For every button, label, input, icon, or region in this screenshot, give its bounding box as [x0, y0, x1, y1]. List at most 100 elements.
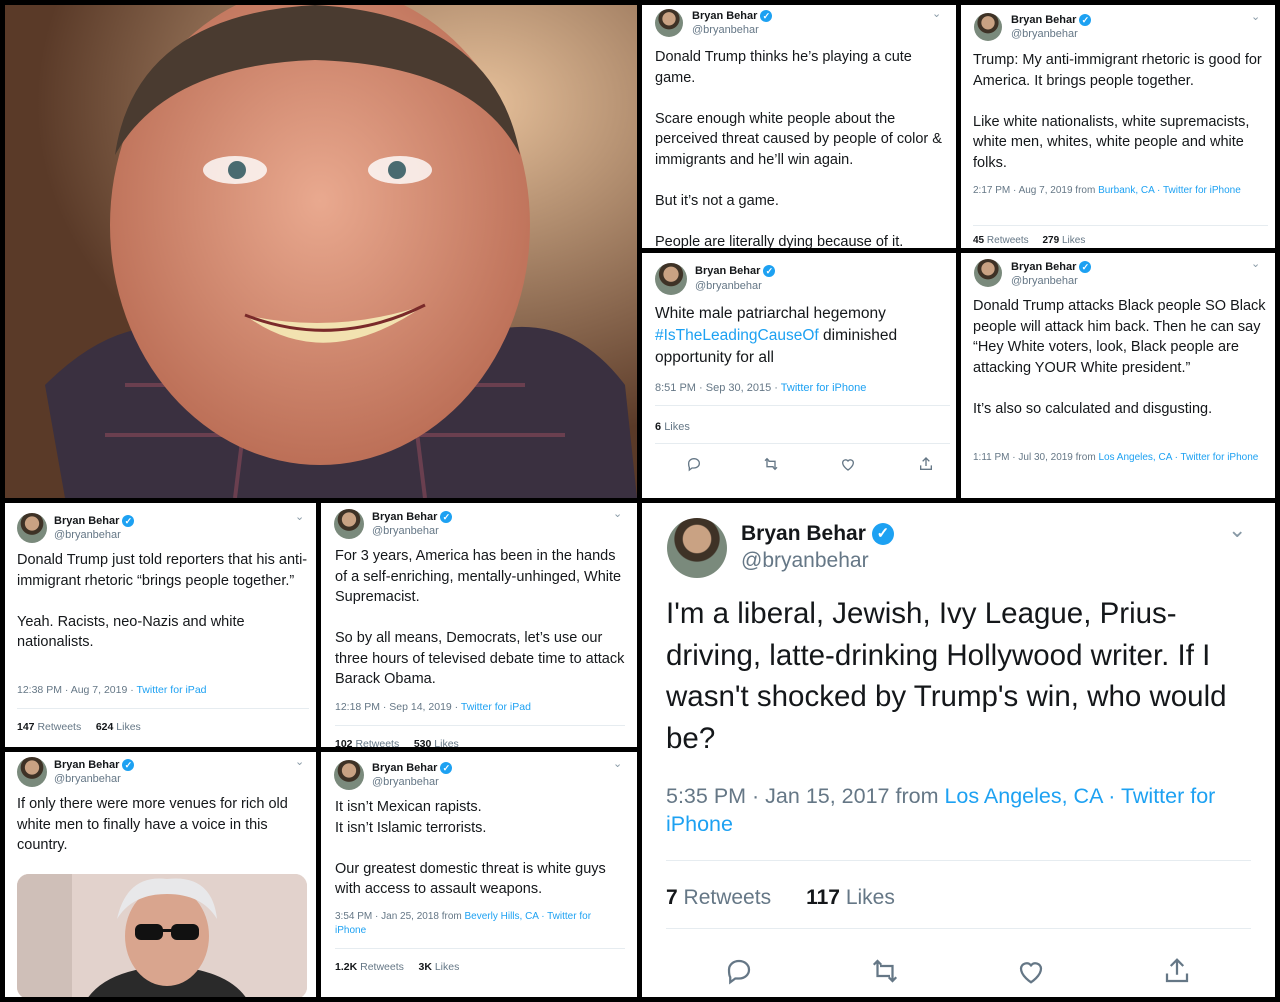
- author-handle[interactable]: @bryanbehar: [1011, 275, 1078, 287]
- author-handle[interactable]: @bryanbehar: [1011, 28, 1078, 40]
- retweet-icon[interactable]: [763, 456, 779, 472]
- tweet-stats[interactable]: 1.2K Retweets 3K Likes: [335, 961, 459, 973]
- avatar[interactable]: [655, 263, 687, 295]
- avatar[interactable]: [17, 757, 47, 787]
- avatar[interactable]: [655, 9, 683, 37]
- location-link[interactable]: Los Angeles, CA: [944, 784, 1102, 808]
- reply-icon[interactable]: [724, 956, 754, 986]
- divider: [655, 443, 950, 444]
- author-name[interactable]: Bryan Behar ✓: [1011, 261, 1092, 274]
- tweet-text: I'm a liberal, Jewish, Ivy League, Prius…: [666, 597, 1235, 755]
- action-bar: [642, 456, 956, 478]
- tweet-text: For 3 years, America has been in the han…: [335, 548, 625, 687]
- divider: [655, 405, 950, 406]
- tweet-stats[interactable]: 6 Likes: [655, 421, 690, 433]
- verified-badge-icon: ✓: [122, 515, 135, 528]
- tweet-card-3[interactable]: Bryan Behar ✓ @bryanbehar White male patr…: [642, 253, 956, 498]
- verified-badge-icon: ✓: [871, 523, 894, 546]
- tweet-text: Donald Trump thinks he’s playing a cute …: [655, 49, 942, 248]
- author-handle[interactable]: @bryanbehar: [692, 24, 759, 36]
- avatar[interactable]: [334, 509, 364, 539]
- share-icon[interactable]: [918, 456, 934, 472]
- author-name[interactable]: Bryan Behar ✓: [1011, 14, 1092, 27]
- source-link[interactable]: Twitter for iPhone: [781, 382, 867, 394]
- avatar[interactable]: [974, 13, 1002, 41]
- source-link[interactable]: Twitter for iPad: [136, 684, 206, 696]
- source-link[interactable]: Twitter for iPad: [461, 701, 531, 713]
- tweet-text: If only there were more venues for rich …: [17, 796, 292, 853]
- verified-badge-icon: ✓: [440, 511, 453, 524]
- chevron-down-icon[interactable]: ⌄: [932, 7, 941, 20]
- tweet-card-8[interactable]: Bryan Behar ✓ @bryanbehar ⌄ It isn’t Mexi…: [321, 752, 637, 997]
- share-icon[interactable]: [1162, 956, 1192, 986]
- tweet-meta: 12:18 PM · Sep 14, 2019 · Twitter for iP…: [335, 701, 531, 713]
- tweet-stats[interactable]: 102 Retweets 530 Likes: [335, 738, 459, 747]
- retweet-icon[interactable]: [870, 956, 900, 986]
- tweet-card-4[interactable]: Bryan Behar ✓ @bryanbehar ⌄ Donald Trump …: [961, 253, 1275, 498]
- reply-icon[interactable]: [686, 456, 702, 472]
- chevron-down-icon[interactable]: ⌄: [295, 755, 304, 768]
- avatar[interactable]: [667, 518, 727, 578]
- divider: [335, 948, 625, 949]
- author-handle[interactable]: @bryanbehar: [372, 776, 439, 788]
- tweet-stats[interactable]: 45 Retweets 279 Likes: [973, 235, 1085, 246]
- tweet-meta: 2:17 PM · Aug 7, 2019 from Burbank, CA ·…: [973, 185, 1241, 196]
- tweet-card-1[interactable]: Bryan Behar ✓ @bryanbehar ⌄ Donald Trump …: [642, 5, 956, 248]
- source-link[interactable]: · Twitter for iPhone: [1154, 185, 1241, 196]
- hashtag-link[interactable]: #IsTheLeadingCauseOf: [655, 327, 819, 344]
- source-link[interactable]: · Twitter for iPhone: [1172, 452, 1259, 463]
- verified-badge-icon: ✓: [1079, 14, 1092, 27]
- tweet-text: It isn’t Mexican rapists. It isn’t Islam…: [335, 799, 606, 897]
- divider: [17, 708, 309, 709]
- location-link[interactable]: Los Angeles, CA: [1098, 452, 1171, 463]
- chevron-down-icon[interactable]: ⌄: [1228, 517, 1246, 543]
- heart-icon[interactable]: [1016, 956, 1046, 986]
- author-name[interactable]: Bryan Behar ✓: [695, 265, 776, 278]
- chevron-down-icon[interactable]: ⌄: [613, 757, 622, 770]
- tweet-meta: 5:35 PM · Jan 15, 2017 from Los Angeles,…: [666, 784, 1222, 836]
- action-bar: [642, 956, 1275, 990]
- avatar[interactable]: [334, 760, 364, 790]
- location-link[interactable]: Beverly Hills, CA: [465, 911, 539, 922]
- tweet-meta: 8:51 PM · Sep 30, 2015 · Twitter for iPh…: [655, 382, 867, 394]
- author-name[interactable]: Bryan Behar ✓: [692, 10, 773, 23]
- tweet-meta: 1:11 PM · Jul 30, 2019 from Los Angeles,…: [973, 452, 1259, 463]
- chevron-down-icon[interactable]: ⌄: [1251, 257, 1260, 270]
- author-name[interactable]: Bryan Behar ✓: [54, 759, 135, 772]
- author-handle[interactable]: @bryanbehar: [695, 280, 762, 292]
- author-name[interactable]: Bryan Behar ✓: [372, 511, 453, 524]
- tweet-meta: 3:54 PM · Jan 25, 2018 from Beverly Hill…: [335, 911, 594, 936]
- author-name[interactable]: Bryan Behar ✓: [372, 762, 453, 775]
- tweet-card-5[interactable]: Bryan Behar ✓ @bryanbehar ⌄ Donald Trump …: [5, 503, 316, 747]
- verified-badge-icon: ✓: [763, 265, 776, 278]
- tweet-card-6[interactable]: Bryan Behar ✓ @bryanbehar ⌄ For 3 years, …: [321, 503, 637, 747]
- profile-photo: [5, 5, 637, 498]
- avatar[interactable]: [974, 259, 1002, 287]
- author-name[interactable]: Bryan Behar ✓: [54, 515, 135, 528]
- tweet-card-2[interactable]: Bryan Behar ✓ @bryanbehar ⌄ Trump: My ant…: [961, 5, 1275, 248]
- divider: [666, 928, 1251, 929]
- heart-icon[interactable]: [840, 456, 856, 472]
- chevron-down-icon[interactable]: ⌄: [295, 510, 304, 523]
- location-link[interactable]: Burbank, CA: [1098, 185, 1154, 196]
- avatar[interactable]: [17, 513, 47, 543]
- tweet-stats[interactable]: 147 Retweets 624 Likes: [17, 721, 141, 733]
- verified-badge-icon: ✓: [440, 762, 453, 775]
- chevron-down-icon[interactable]: ⌄: [1251, 10, 1260, 23]
- author-handle[interactable]: @bryanbehar: [372, 525, 439, 537]
- old-man-sunglasses-photo: [17, 874, 307, 997]
- tweet-card-9[interactable]: Bryan Behar ✓ @bryanbehar ⌄ I'm a liberal…: [642, 503, 1275, 997]
- chevron-down-icon[interactable]: ⌄: [613, 507, 622, 520]
- verified-badge-icon: ✓: [122, 759, 135, 772]
- tweet-card-7[interactable]: Bryan Behar ✓ @bryanbehar ⌄ If only there…: [5, 752, 316, 997]
- author-handle[interactable]: @bryanbehar: [54, 773, 121, 785]
- attached-photo[interactable]: [17, 874, 307, 997]
- author-handle[interactable]: @bryanbehar: [741, 549, 869, 573]
- tweet-stats[interactable]: 7 Retweets 117 Likes: [666, 886, 895, 910]
- author-handle[interactable]: @bryanbehar: [54, 529, 121, 541]
- man-smiling-photo: [5, 5, 637, 498]
- tweet-text: Donald Trump just told reporters that hi…: [17, 552, 308, 650]
- author-name[interactable]: Bryan Behar ✓: [741, 522, 894, 546]
- verified-badge-icon: ✓: [1079, 261, 1092, 274]
- tweet-text: White male patriarchal hegemony #IsTheLe…: [655, 305, 902, 366]
